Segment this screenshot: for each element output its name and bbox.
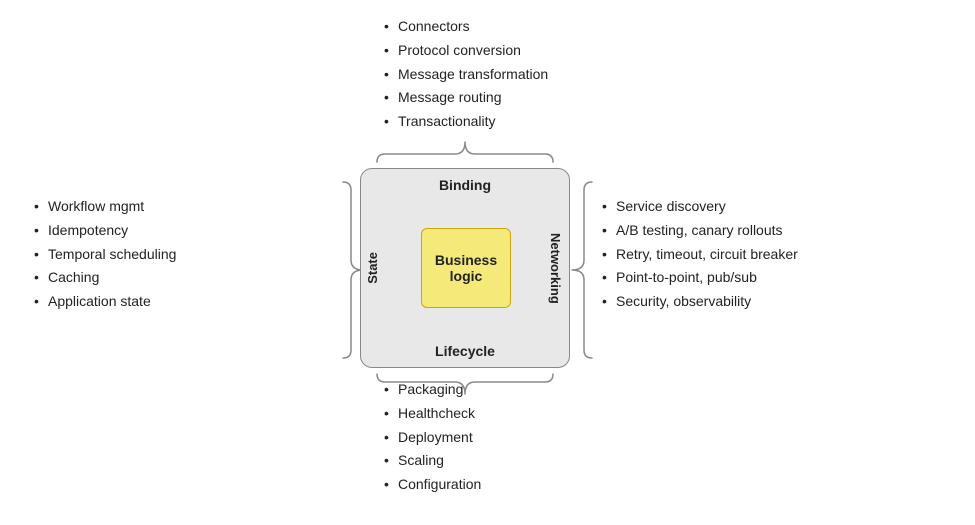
list-item: Scaling xyxy=(380,449,580,473)
list-item: Healthcheck xyxy=(380,402,580,426)
top-items: ConnectorsProtocol conversionMessage tra… xyxy=(380,15,580,134)
right-list: Service discoveryA/B testing, canary rol… xyxy=(598,195,878,314)
list-item: Idempotency xyxy=(30,219,250,243)
binding-label: Binding xyxy=(439,169,491,193)
list-item: Retry, timeout, circuit breaker xyxy=(598,243,878,267)
list-item: Connectors xyxy=(380,15,580,39)
right-items: Service discoveryA/B testing, canary rol… xyxy=(598,195,878,314)
list-item: Message routing xyxy=(380,86,580,110)
list-item: Security, observability xyxy=(598,290,878,314)
right-brace xyxy=(570,180,600,363)
list-item: Deployment xyxy=(380,426,580,450)
list-item: Point-to-point, pub/sub xyxy=(598,266,878,290)
center-box: Binding State Businesslogic Networking L… xyxy=(360,168,570,368)
list-item: Configuration xyxy=(380,473,580,497)
list-item: A/B testing, canary rollouts xyxy=(598,219,878,243)
bottom-brace xyxy=(375,366,555,399)
business-logic-box: Businesslogic xyxy=(421,228,511,308)
list-item: Temporal scheduling xyxy=(30,243,250,267)
list-item: Caching xyxy=(30,266,250,290)
diagram-container: ConnectorsProtocol conversionMessage tra… xyxy=(0,0,975,525)
top-list: ConnectorsProtocol conversionMessage tra… xyxy=(380,15,580,134)
list-item: Application state xyxy=(30,290,250,314)
list-item: Message transformation xyxy=(380,63,580,87)
business-logic-label: Businesslogic xyxy=(435,252,497,284)
left-items: Workflow mgmtIdempotencyTemporal schedul… xyxy=(30,195,250,314)
left-list: Workflow mgmtIdempotencyTemporal schedul… xyxy=(30,195,250,314)
center-inner: State Businesslogic Networking xyxy=(361,193,569,343)
list-item: Protocol conversion xyxy=(380,39,580,63)
list-item: Workflow mgmt xyxy=(30,195,250,219)
list-item: Service discovery xyxy=(598,195,878,219)
networking-label: Networking xyxy=(548,233,565,304)
lifecycle-label: Lifecycle xyxy=(435,343,495,367)
list-item: Transactionality xyxy=(380,110,580,134)
state-label: State xyxy=(365,252,384,284)
